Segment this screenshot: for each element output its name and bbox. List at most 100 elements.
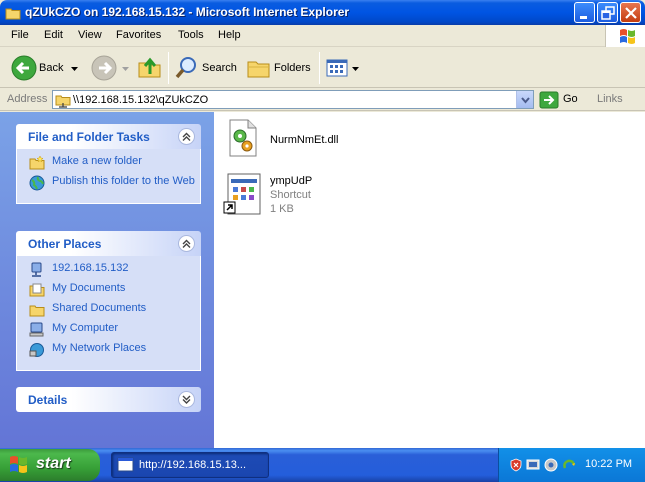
task-label: Make a new folder: [52, 155, 142, 167]
address-dropdown-button[interactable]: [516, 91, 533, 108]
network-folder-icon: [55, 95, 71, 108]
forward-button[interactable]: [88, 52, 132, 84]
menu-edit[interactable]: Edit: [44, 29, 63, 41]
file-item[interactable]: ympUdP Shortcut 1 KB: [222, 172, 402, 222]
menu-tools[interactable]: Tools: [178, 29, 204, 41]
taskbar-window-label: http://192.168.15.13...: [139, 459, 247, 471]
windows-flag-icon: [620, 29, 635, 44]
standard-toolbar: Back Search Folders: [0, 48, 645, 88]
panel-title: Details: [28, 393, 68, 407]
menu-favorites[interactable]: Favorites: [116, 29, 161, 41]
minimize-button[interactable]: [574, 2, 595, 23]
toolbar-separator: [168, 52, 169, 84]
file-list[interactable]: NurmNmEt.dll ympUdP Shortcut 1 KB: [214, 112, 645, 448]
taskbar: start http://192.168.15.13... 10:22 PM: [0, 448, 645, 482]
start-label: start: [36, 455, 71, 472]
close-button[interactable]: [620, 2, 641, 23]
menu-help[interactable]: Help: [218, 29, 241, 41]
address-bar: Address \\192.168.15.132\qZUkCZO Go Link…: [0, 89, 645, 111]
chevron-up-icon: [182, 239, 191, 248]
close-icon: [625, 7, 637, 19]
search-label: Search: [202, 62, 237, 74]
place-my-computer[interactable]: My Computer: [17, 322, 200, 342]
place-label: My Computer: [52, 322, 119, 334]
folders-button[interactable]: Folders: [244, 52, 316, 84]
other-places-body: 192.168.15.132 My Documents Shared Docum…: [16, 256, 201, 371]
network-places-icon: [29, 343, 44, 357]
restore-button[interactable]: [597, 2, 618, 23]
search-icon: [175, 57, 196, 79]
shared-documents-icon: [29, 305, 45, 317]
links-button[interactable]: Links: [597, 93, 623, 105]
start-button[interactable]: start: [0, 449, 100, 481]
task-make-new-folder[interactable]: Make a new folder: [17, 155, 200, 175]
task-label: Publish this folder to the Web: [52, 175, 195, 187]
file-folder-tasks-header[interactable]: File and Folder Tasks: [16, 124, 201, 149]
collapse-button[interactable]: [178, 235, 195, 252]
file-item[interactable]: NurmNmEt.dll: [222, 118, 402, 164]
address-input[interactable]: \\192.168.15.132\qZUkCZO: [52, 90, 534, 109]
file-size: 1 KB: [270, 203, 294, 215]
back-arrow-icon: [11, 55, 37, 81]
update-icon[interactable]: [562, 458, 576, 472]
up-folder-button[interactable]: [137, 54, 165, 82]
back-label: Back: [39, 62, 64, 74]
place-my-documents[interactable]: My Documents: [17, 282, 200, 302]
address-label: Address: [7, 93, 48, 105]
other-places-header[interactable]: Other Places: [16, 231, 201, 256]
dll-file-icon: [229, 119, 257, 157]
file-folder-tasks-panel: File and Folder Tasks Make a new folder …: [16, 124, 201, 204]
collapse-button[interactable]: [178, 128, 195, 145]
file-type: Shortcut: [270, 189, 311, 201]
menu-file[interactable]: File: [11, 29, 29, 41]
other-places-panel: Other Places 192.168.15.132 My Documents: [16, 231, 201, 371]
file-folder-tasks-body: Make a new folder Publish this folder to…: [16, 149, 201, 204]
volume-icon[interactable]: [544, 458, 558, 472]
shortcut-icon: [223, 173, 261, 215]
menu-view[interactable]: View: [78, 29, 102, 41]
my-documents-icon: [29, 283, 45, 297]
views-dropdown-icon: [352, 67, 359, 71]
explorer-window-icon: [117, 457, 134, 472]
file-name: ympUdP: [270, 175, 313, 187]
taskbar-window-button[interactable]: http://192.168.15.13...: [111, 452, 269, 478]
task-publish-folder[interactable]: Publish this folder to the Web: [17, 175, 200, 195]
go-label: Go: [563, 93, 578, 105]
place-shared-documents[interactable]: Shared Documents: [17, 302, 200, 322]
panel-title: Other Places: [28, 237, 102, 251]
go-button[interactable]: Go: [539, 91, 589, 109]
back-button[interactable]: Back: [8, 52, 88, 84]
windows-logo: [605, 25, 645, 47]
place-label: My Network Places: [52, 342, 147, 354]
details-header[interactable]: Details: [16, 387, 201, 412]
network-status-icon[interactable]: [526, 458, 540, 472]
address-value: \\192.168.15.132\qZUkCZO: [73, 94, 209, 106]
folders-label: Folders: [274, 62, 311, 74]
forward-dropdown-icon: [122, 67, 129, 71]
minimize-icon: [580, 16, 587, 19]
network-computer-icon: [31, 262, 42, 277]
place-my-network-places[interactable]: My Network Places: [17, 342, 200, 362]
place-network-computer[interactable]: 192.168.15.132: [17, 262, 200, 282]
window-title: qZUkCZO on 192.168.15.132 - Microsoft In…: [25, 5, 350, 19]
task-pane: File and Folder Tasks Make a new folder …: [0, 112, 214, 448]
go-arrow-icon: [539, 91, 559, 109]
new-folder-icon: [29, 155, 45, 170]
folder-icon: [5, 8, 21, 20]
views-button[interactable]: [325, 54, 361, 82]
chevron-down-icon: [182, 395, 191, 404]
toolbar-separator: [319, 52, 320, 84]
clock: 10:22 PM: [585, 458, 633, 470]
views-icon: [326, 59, 348, 77]
restore-icon: [601, 6, 615, 20]
windows-flag-icon: [10, 456, 27, 473]
security-shield-icon[interactable]: [509, 458, 523, 472]
search-button[interactable]: Search: [172, 52, 240, 84]
back-dropdown-icon: [71, 67, 78, 71]
forward-arrow-icon: [91, 55, 117, 81]
title-bar[interactable]: qZUkCZO on 192.168.15.132 - Microsoft In…: [0, 0, 645, 25]
expand-button[interactable]: [178, 391, 195, 408]
panel-title: File and Folder Tasks: [28, 130, 150, 144]
place-label: Shared Documents: [52, 302, 147, 314]
chevron-up-icon: [182, 132, 191, 141]
